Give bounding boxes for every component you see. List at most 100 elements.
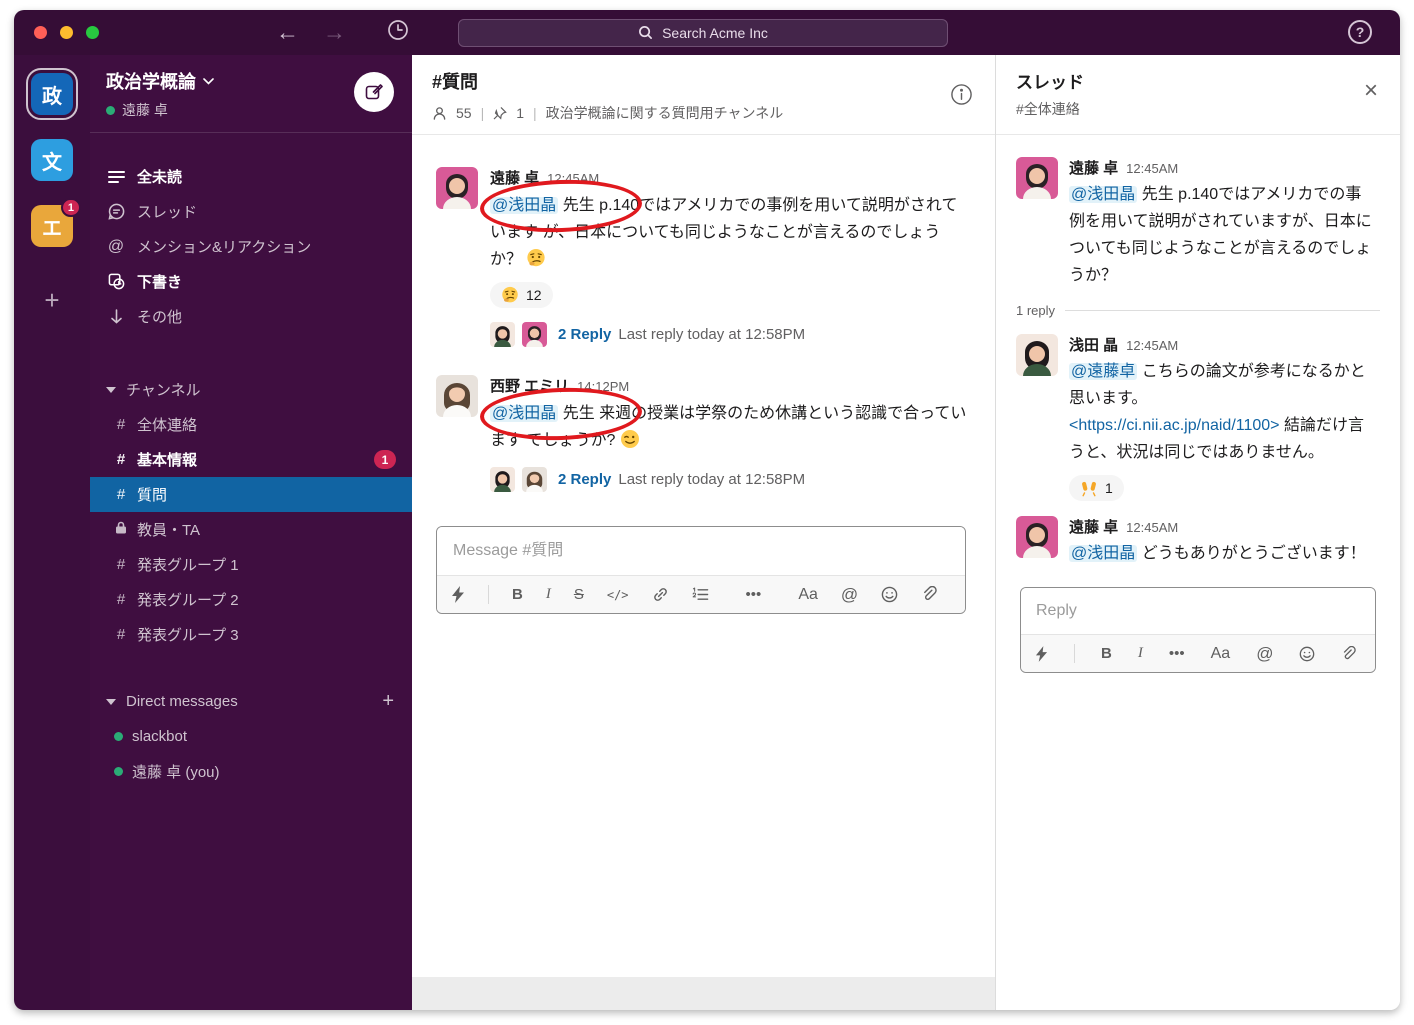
channel-topic[interactable]: 政治学概論に関する質問用チャンネル — [546, 103, 784, 123]
sidebar-dm-slackbot[interactable]: slackbot — [90, 719, 412, 754]
message-nishino[interactable]: 西野 エミリ 14:12PM @浅田晶 先生 来週の授業は学祭のため休講という認… — [412, 375, 995, 492]
info-icon[interactable] — [950, 83, 973, 106]
more-options-icon[interactable]: ••• — [746, 587, 762, 602]
message-input[interactable] — [437, 527, 965, 575]
thread-summary[interactable]: 2 Reply Last reply today at 12:58PM — [490, 467, 971, 492]
thread-reply-asada[interactable]: 浅田 晶 12:45AM @遠藤卓 こちらの論文が参考になるかと思います。 <h… — [996, 334, 1400, 502]
pin-icon — [493, 106, 507, 121]
mention-asada[interactable]: @浅田晶 — [1069, 545, 1137, 562]
sidebar-dm-self[interactable]: 遠藤 卓 (you) — [90, 754, 412, 789]
lock-icon — [114, 521, 128, 538]
zoom-window-button[interactable] — [86, 26, 99, 39]
avatar[interactable] — [436, 167, 478, 209]
emoji-icon[interactable] — [1299, 646, 1315, 662]
mention-endo[interactable]: @遠藤卓 — [1069, 363, 1137, 380]
avatar[interactable] — [1016, 334, 1058, 376]
thread-root-message[interactable]: 遠藤 卓 12:45AM @浅田晶 先生 p.140ではアメリカでの事例を用いて… — [996, 157, 1400, 289]
help-icon[interactable]: ? — [1348, 20, 1372, 44]
sidebar-item-drafts[interactable]: 下書き — [90, 264, 412, 299]
thread-channel[interactable]: #全体連絡 — [1016, 99, 1380, 119]
sidebar-item-more[interactable]: その他 — [90, 299, 412, 334]
shortcuts-icon[interactable] — [1035, 646, 1048, 662]
message-author[interactable]: 遠藤 卓 — [1069, 157, 1118, 178]
workspace-switcher-2[interactable]: 文 — [31, 139, 73, 181]
avatar[interactable] — [1016, 516, 1058, 558]
sidebar-item-threads[interactable]: スレッド — [90, 194, 412, 229]
bold-icon[interactable]: B — [1101, 646, 1112, 661]
thread-title: スレッド — [1016, 68, 1380, 93]
message-author[interactable]: 西野 エミリ — [490, 375, 569, 396]
presence-dot — [114, 767, 123, 776]
emoji-icon[interactable] — [881, 586, 898, 603]
winking-face-emoji — [620, 429, 640, 449]
close-icon[interactable]: × — [1364, 79, 1378, 103]
minimize-window-button[interactable] — [60, 26, 73, 39]
text-format-icon[interactable]: Aa — [1211, 646, 1231, 662]
reaction-count: 12 — [526, 287, 542, 303]
link-icon[interactable] — [652, 586, 669, 603]
composer-toolbar: B I S </> ••• Aa @ — [437, 575, 965, 613]
mention-asada[interactable]: @浅田晶 — [490, 405, 558, 422]
message-author[interactable]: 遠藤 卓 — [490, 167, 539, 188]
more-options-icon[interactable]: ••• — [1169, 646, 1185, 661]
italic-icon[interactable]: I — [546, 587, 551, 602]
channel-pane: #質問 55 | 1 | 政治学概論に関する質問用チャンネル — [412, 55, 995, 1010]
ordered-list-icon[interactable] — [692, 587, 709, 602]
thread-reply-endo[interactable]: 遠藤 卓 12:45AM @浅田晶 どうもありがとうございます！ — [996, 516, 1400, 567]
add-dm-button[interactable]: + — [382, 690, 394, 713]
history-back-icon[interactable]: ← — [276, 21, 299, 44]
message-author[interactable]: 遠藤 卓 — [1069, 516, 1118, 537]
thread-summary[interactable]: 2 Reply Last reply today at 12:58PM — [490, 322, 971, 347]
shortcuts-icon[interactable] — [451, 586, 465, 603]
strikethrough-icon[interactable]: S — [574, 587, 584, 602]
message-time: 14:12PM — [577, 379, 629, 394]
member-count[interactable]: 55 — [456, 105, 472, 121]
italic-icon[interactable]: I — [1138, 646, 1143, 661]
history-clock-icon[interactable] — [386, 18, 410, 47]
avatar[interactable] — [436, 375, 478, 417]
mention-icon[interactable]: @ — [1256, 645, 1273, 662]
add-workspace-button[interactable]: + — [44, 285, 59, 316]
history-forward-icon[interactable]: → — [323, 21, 346, 44]
avatar[interactable] — [1016, 157, 1058, 199]
workspace-switcher-3[interactable]: エ 1 — [31, 205, 73, 247]
mention-asada[interactable]: @浅田晶 — [490, 197, 558, 214]
sidebar-channel-happyo-group3[interactable]: # 発表グループ 3 — [90, 617, 412, 652]
sidebar-item-all-unreads[interactable]: 全未読 — [90, 159, 412, 194]
sidebar-channel-happyo-group2[interactable]: # 発表グループ 2 — [90, 582, 412, 617]
message-author[interactable]: 浅田 晶 — [1069, 334, 1118, 355]
thinking-face-emoji — [501, 286, 519, 304]
search-placeholder: Search Acme Inc — [662, 25, 768, 41]
compose-button[interactable] — [354, 72, 394, 112]
titlebar: ← → Search Acme Inc ? — [14, 10, 1400, 55]
thread-reply-link[interactable]: 2 Reply — [558, 326, 611, 343]
sidebar-channel-shitsumon-selected[interactable]: # 質問 — [90, 477, 412, 512]
reaction-count: 1 — [1105, 480, 1113, 496]
sidebar-channel-kihonjoho[interactable]: # 基本情報 1 — [90, 442, 412, 477]
reaction-raising-hands[interactable]: 1 — [1069, 475, 1124, 501]
paper-link[interactable]: <https://ci.nii.ac.jp/naid/1100> — [1069, 417, 1280, 434]
workspace-switcher-active[interactable]: 政 — [31, 73, 73, 115]
mention-icon[interactable]: @ — [841, 586, 858, 603]
text-format-icon[interactable]: Aa — [798, 587, 818, 603]
message-text: @浅田晶 先生 p.140ではアメリカでの事例を用いて説明がされていますが、日本… — [1069, 181, 1377, 289]
search-input[interactable]: Search Acme Inc — [458, 19, 948, 47]
attach-icon[interactable] — [1341, 646, 1356, 662]
reaction-thinking[interactable]: 12 — [490, 282, 553, 308]
sidebar-item-mentions[interactable]: @ メンション&リアクション — [90, 229, 412, 264]
sidebar-channel-kyoin-ta[interactable]: 教員・TA — [90, 512, 412, 547]
bold-icon[interactable]: B — [512, 587, 523, 602]
code-icon[interactable]: </> — [607, 589, 629, 601]
channels-section-header[interactable]: チャンネル — [90, 372, 412, 407]
dm-section-header[interactable]: Direct messages + — [90, 684, 412, 719]
workspace-menu[interactable]: 政治学概論 — [106, 68, 396, 94]
message-endo[interactable]: 遠藤 卓 12:45AM @浅田晶 先生 p.140ではアメリカでの事例を用いて… — [412, 167, 995, 347]
sidebar-channel-zentairenraku[interactable]: # 全体連絡 — [90, 407, 412, 442]
sidebar-channel-happyo-group1[interactable]: # 発表グループ 1 — [90, 547, 412, 582]
close-window-button[interactable] — [34, 26, 47, 39]
pin-count[interactable]: 1 — [516, 105, 524, 121]
attach-icon[interactable] — [921, 586, 937, 603]
mention-asada[interactable]: @浅田晶 — [1069, 186, 1137, 203]
reply-input[interactable] — [1021, 588, 1375, 634]
thread-reply-link[interactable]: 2 Reply — [558, 471, 611, 488]
